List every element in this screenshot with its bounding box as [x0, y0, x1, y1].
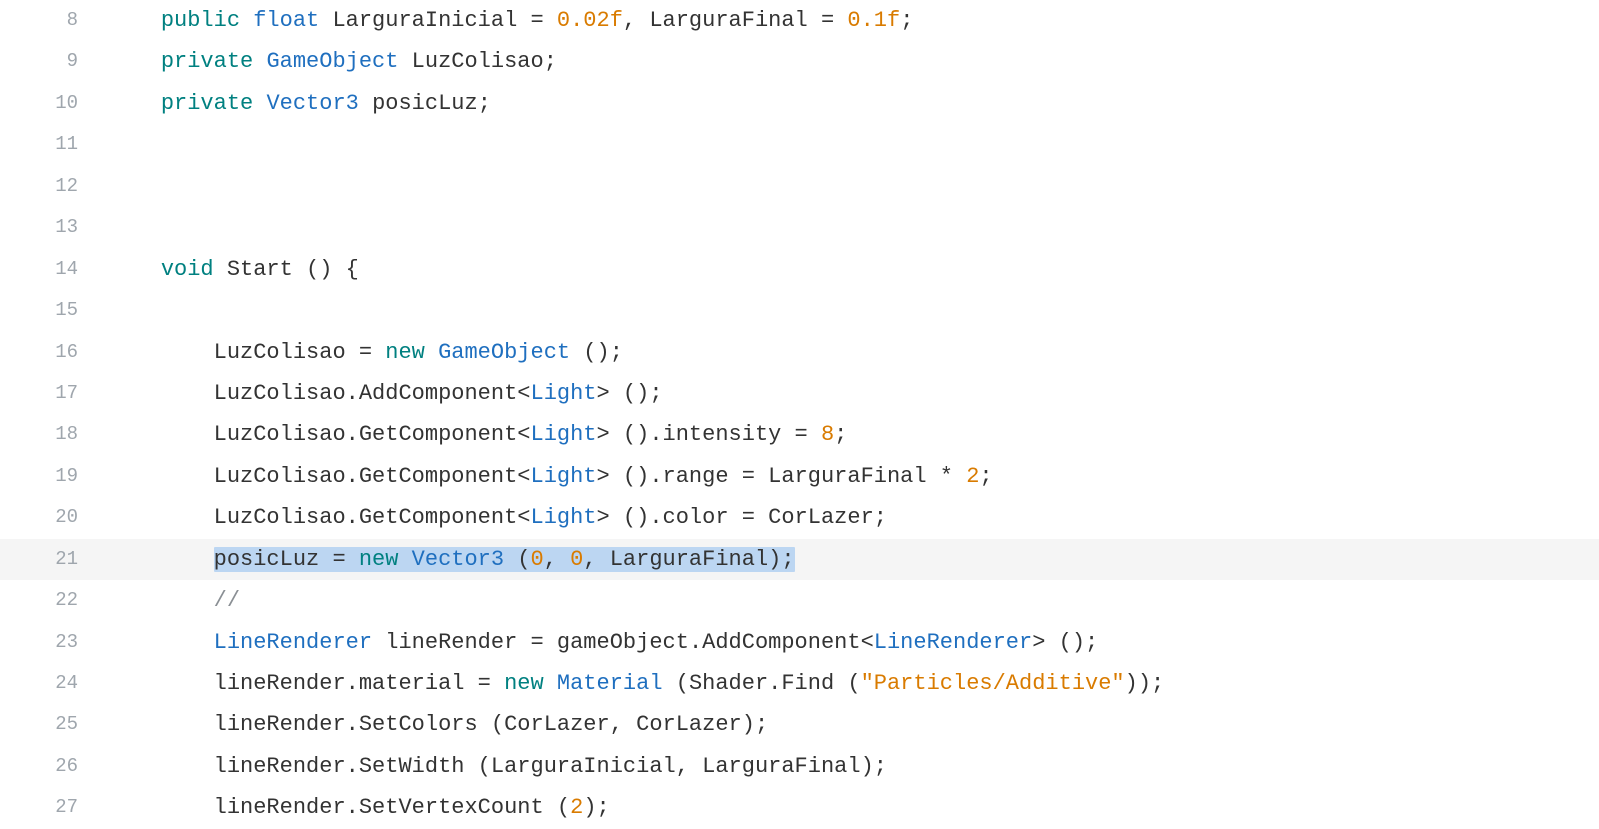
line-number: 26 — [0, 746, 108, 787]
code-line[interactable]: 19 LuzColisao.GetComponent<Light> ().ran… — [0, 456, 1599, 497]
code-line[interactable]: 25 lineRender.SetColors (CorLazer, CorLa… — [0, 704, 1599, 745]
line-number: 21 — [0, 539, 108, 580]
code-line[interactable]: 10 private Vector3 posicLuz; — [0, 83, 1599, 124]
line-number: 12 — [0, 166, 108, 207]
text-selection: posicLuz = new Vector3 (0, 0, LarguraFin… — [214, 547, 795, 572]
line-number: 22 — [0, 580, 108, 621]
line-number: 19 — [0, 456, 108, 497]
code-line-current[interactable]: 21 posicLuz = new Vector3 (0, 0, Largura… — [0, 539, 1599, 580]
line-number: 9 — [0, 41, 108, 82]
code-content[interactable]: LuzColisao.AddComponent<Light> (); — [108, 373, 663, 414]
code-content[interactable]: LuzColisao.GetComponent<Light> ().range … — [108, 456, 993, 497]
line-number: 11 — [0, 124, 108, 165]
code-content[interactable]: LineRenderer lineRender = gameObject.Add… — [108, 622, 1098, 663]
code-line[interactable]: 14 void Start () { — [0, 249, 1599, 290]
code-content[interactable]: LuzColisao.GetComponent<Light> ().color … — [108, 497, 887, 538]
line-number: 27 — [0, 787, 108, 828]
code-content[interactable]: LuzColisao.GetComponent<Light> ().intens… — [108, 414, 847, 455]
code-content[interactable]: LuzColisao = new GameObject (); — [108, 332, 623, 373]
code-line[interactable]: 17 LuzColisao.AddComponent<Light> (); — [0, 373, 1599, 414]
code-line[interactable]: 9 private GameObject LuzColisao; — [0, 41, 1599, 82]
code-content[interactable]: lineRender.SetVertexCount (2); — [108, 787, 610, 828]
line-number: 18 — [0, 414, 108, 455]
line-number: 24 — [0, 663, 108, 704]
code-line[interactable]: 8 public float LarguraInicial = 0.02f, L… — [0, 0, 1599, 41]
code-content[interactable]: lineRender.SetWidth (LarguraInicial, Lar… — [108, 746, 887, 787]
line-number: 15 — [0, 290, 108, 331]
code-editor[interactable]: 8 public float LarguraInicial = 0.02f, L… — [0, 0, 1599, 829]
code-line[interactable]: 18 LuzColisao.GetComponent<Light> ().int… — [0, 414, 1599, 455]
code-content[interactable]: public float LarguraInicial = 0.02f, Lar… — [108, 0, 913, 41]
code-content[interactable]: // — [108, 580, 240, 621]
line-number: 10 — [0, 83, 108, 124]
code-line[interactable]: 22 // — [0, 580, 1599, 621]
code-line[interactable]: 11 — [0, 124, 1599, 165]
code-content[interactable]: lineRender.SetColors (CorLazer, CorLazer… — [108, 704, 768, 745]
line-number: 8 — [0, 0, 108, 41]
code-content[interactable]: private GameObject LuzColisao; — [108, 41, 557, 82]
code-line[interactable]: 15 — [0, 290, 1599, 331]
code-content[interactable]: private Vector3 posicLuz; — [108, 83, 491, 124]
code-line[interactable]: 16 LuzColisao = new GameObject (); — [0, 332, 1599, 373]
line-number: 25 — [0, 704, 108, 745]
line-number: 20 — [0, 497, 108, 538]
code-content[interactable]: lineRender.material = new Material (Shad… — [108, 663, 1164, 704]
line-number: 17 — [0, 373, 108, 414]
code-line[interactable]: 13 — [0, 207, 1599, 248]
code-line[interactable]: 20 LuzColisao.GetComponent<Light> ().col… — [0, 497, 1599, 538]
line-number: 13 — [0, 207, 108, 248]
code-content[interactable]: posicLuz = new Vector3 (0, 0, LarguraFin… — [108, 539, 795, 580]
code-line[interactable]: 27 lineRender.SetVertexCount (2); — [0, 787, 1599, 828]
code-line[interactable]: 26 lineRender.SetWidth (LarguraInicial, … — [0, 746, 1599, 787]
code-line[interactable]: 24 lineRender.material = new Material (S… — [0, 663, 1599, 704]
code-line[interactable]: 12 — [0, 166, 1599, 207]
line-number: 16 — [0, 332, 108, 373]
line-number: 23 — [0, 622, 108, 663]
code-line[interactable]: 23 LineRenderer lineRender = gameObject.… — [0, 622, 1599, 663]
code-content[interactable]: void Start () { — [108, 249, 359, 290]
line-number: 14 — [0, 249, 108, 290]
